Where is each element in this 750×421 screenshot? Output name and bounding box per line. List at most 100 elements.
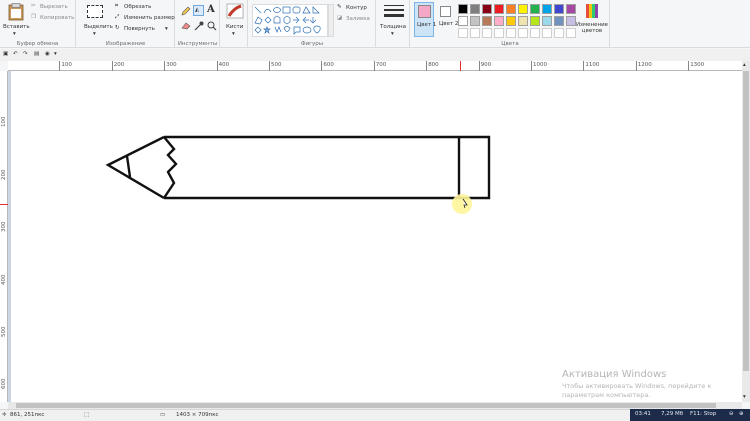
palette-swatch[interactable] [458,4,468,14]
custom-color-slot[interactable] [542,28,552,38]
custom-color-slot[interactable] [482,28,492,38]
crop-label: Обрезать [124,4,152,10]
pencil-tool-icon[interactable] [181,6,191,16]
scroll-up-icon[interactable]: ▴ [743,62,746,68]
palette-swatch[interactable] [530,16,540,26]
palette-swatch[interactable] [554,4,564,14]
ruler-label: 1200 [637,62,652,68]
chevron-down-icon[interactable]: ▾ [54,51,57,57]
edit-colors-button[interactable]: Изменение цветов [575,2,609,37]
palette-swatch[interactable] [482,16,492,26]
custom-color-slot[interactable] [470,28,480,38]
palette-swatch[interactable] [494,4,504,14]
custom-color-slot[interactable] [518,28,528,38]
color1-button[interactable]: Цвет 1 [414,2,436,37]
custom-color-slot[interactable] [530,28,540,38]
shapes-gallery-icons [254,6,321,35]
paste-label: Вставить [3,24,30,30]
outline-button[interactable]: ✎ Контур [337,4,375,13]
crop-button[interactable]: ⌗ Обрезать [115,3,173,12]
pencil-body-outline [164,135,491,200]
ruler-label: 700 [375,62,387,68]
size-button[interactable]: Толщина ▾ [379,3,408,37]
palette-swatch[interactable] [482,4,492,14]
vertical-scroll-thumb[interactable] [743,71,749,371]
ruler-label: 300 [166,62,177,68]
zoom-out-icon[interactable]: ⊖ [729,411,734,417]
print-icon[interactable]: ▤ [34,51,39,57]
magnifier-icon[interactable] [207,21,217,31]
custom-color-slot[interactable] [494,28,504,38]
palette-swatch[interactable] [518,4,528,14]
shapes-gallery[interactable] [252,4,328,37]
zoom-in-icon[interactable]: ⊕ [739,411,744,417]
brushes-button[interactable]: Кисти ▾ [222,3,247,37]
palette-swatch[interactable] [554,16,564,26]
outline-label: Контур [346,5,367,11]
palette-swatch[interactable] [506,16,516,26]
ruler-label: 600 [1,378,7,390]
edit-colors-label: Изменение цветов [575,22,609,34]
palette-swatch[interactable] [542,16,552,26]
copy-button[interactable]: ❐ Копировать [31,14,75,23]
outline-icon: ✎ [337,4,342,10]
activation-watermark-title: Активация Windows [562,369,667,380]
palette-swatch[interactable] [542,4,552,14]
colors-group: Цвет 1 Цвет 2 Изменение цветов Цвета [411,0,610,48]
color2-swatch [440,6,451,17]
ruler-label: 400 [218,62,230,68]
scissors-icon: ✂ [31,3,36,9]
ruler-label: 800 [428,62,439,68]
text-tool-icon[interactable]: A [207,4,215,15]
recorder-tray: 03:41 7,29 Мб F11: Stop ⊖ ⊕ [630,409,750,421]
palette-swatch[interactable] [470,4,480,14]
fill-label: Заливка [346,16,370,22]
cut-button[interactable]: ✂ Вырезать [31,3,75,12]
fill-tool-button[interactable]: ◭ [193,5,204,16]
ruler-label: 600 [323,62,334,68]
eraser-tool-icon[interactable] [181,22,191,30]
palette-swatch[interactable] [470,16,480,26]
ruler-tick [373,61,375,71]
custom-color-slot[interactable] [458,28,468,38]
activation-watermark-text: Чтобы активировать Windows, перейдите к … [562,382,711,400]
vertical-scrollbar[interactable]: ▴ ▾ [742,61,750,402]
custom-color-slot[interactable] [554,28,564,38]
web-icon[interactable]: ◉ [45,51,50,57]
redo-icon[interactable]: ↷ [23,51,28,57]
clipboard-group-label: Буфер обмена [16,41,59,47]
tools-group-label: Инструменты [177,41,218,47]
undo-icon[interactable]: ↶ [13,51,18,57]
size-group: Толщина ▾ [377,0,410,48]
shapes-scroll[interactable] [328,4,334,37]
palette-swatch[interactable] [494,16,504,26]
palette-swatch[interactable] [530,4,540,14]
crop-icon: ⌗ [115,3,119,9]
select-button[interactable]: Выделить ▾ [80,3,113,37]
image-size: 1403 × 709пкс [176,412,219,418]
rotate-icon: ↻ [115,25,120,31]
color1-swatch [418,5,431,18]
rotate-button[interactable]: ↻ Повернуть ▾ [115,25,173,34]
color2-button[interactable]: Цвет 2 [437,2,458,37]
clipboard-group: Вставить ▾ ✂ Вырезать ❐ Копировать Буфер… [0,0,76,48]
ruler-label: 500 [1,326,7,338]
save-icon[interactable]: ▣ [3,51,8,57]
recording-time: 03:41 [635,411,651,417]
palette-swatch[interactable] [506,4,516,14]
scroll-down-icon[interactable]: ▾ [743,394,746,400]
horizontal-scrollbar[interactable] [8,402,742,409]
fill-button[interactable]: ◪ Заливка [337,15,375,24]
stop-hotkey[interactable]: F11: Stop [690,411,716,417]
ribbon: Вставить ▾ ✂ Вырезать ❐ Копировать Буфер… [0,0,750,48]
drawing-canvas[interactable] [11,71,742,402]
color-picker-icon[interactable] [194,21,204,31]
paste-button[interactable]: Вставить ▾ [2,2,30,37]
size-label: Толщина [380,24,406,30]
ruler-tick [321,61,323,71]
resize-button[interactable]: ⤢ Изменить размер [115,14,175,23]
custom-color-slot[interactable] [506,28,516,38]
palette-swatch[interactable] [458,16,468,26]
palette-swatch[interactable] [518,16,528,26]
horizontal-scroll-thumb[interactable] [16,403,716,408]
